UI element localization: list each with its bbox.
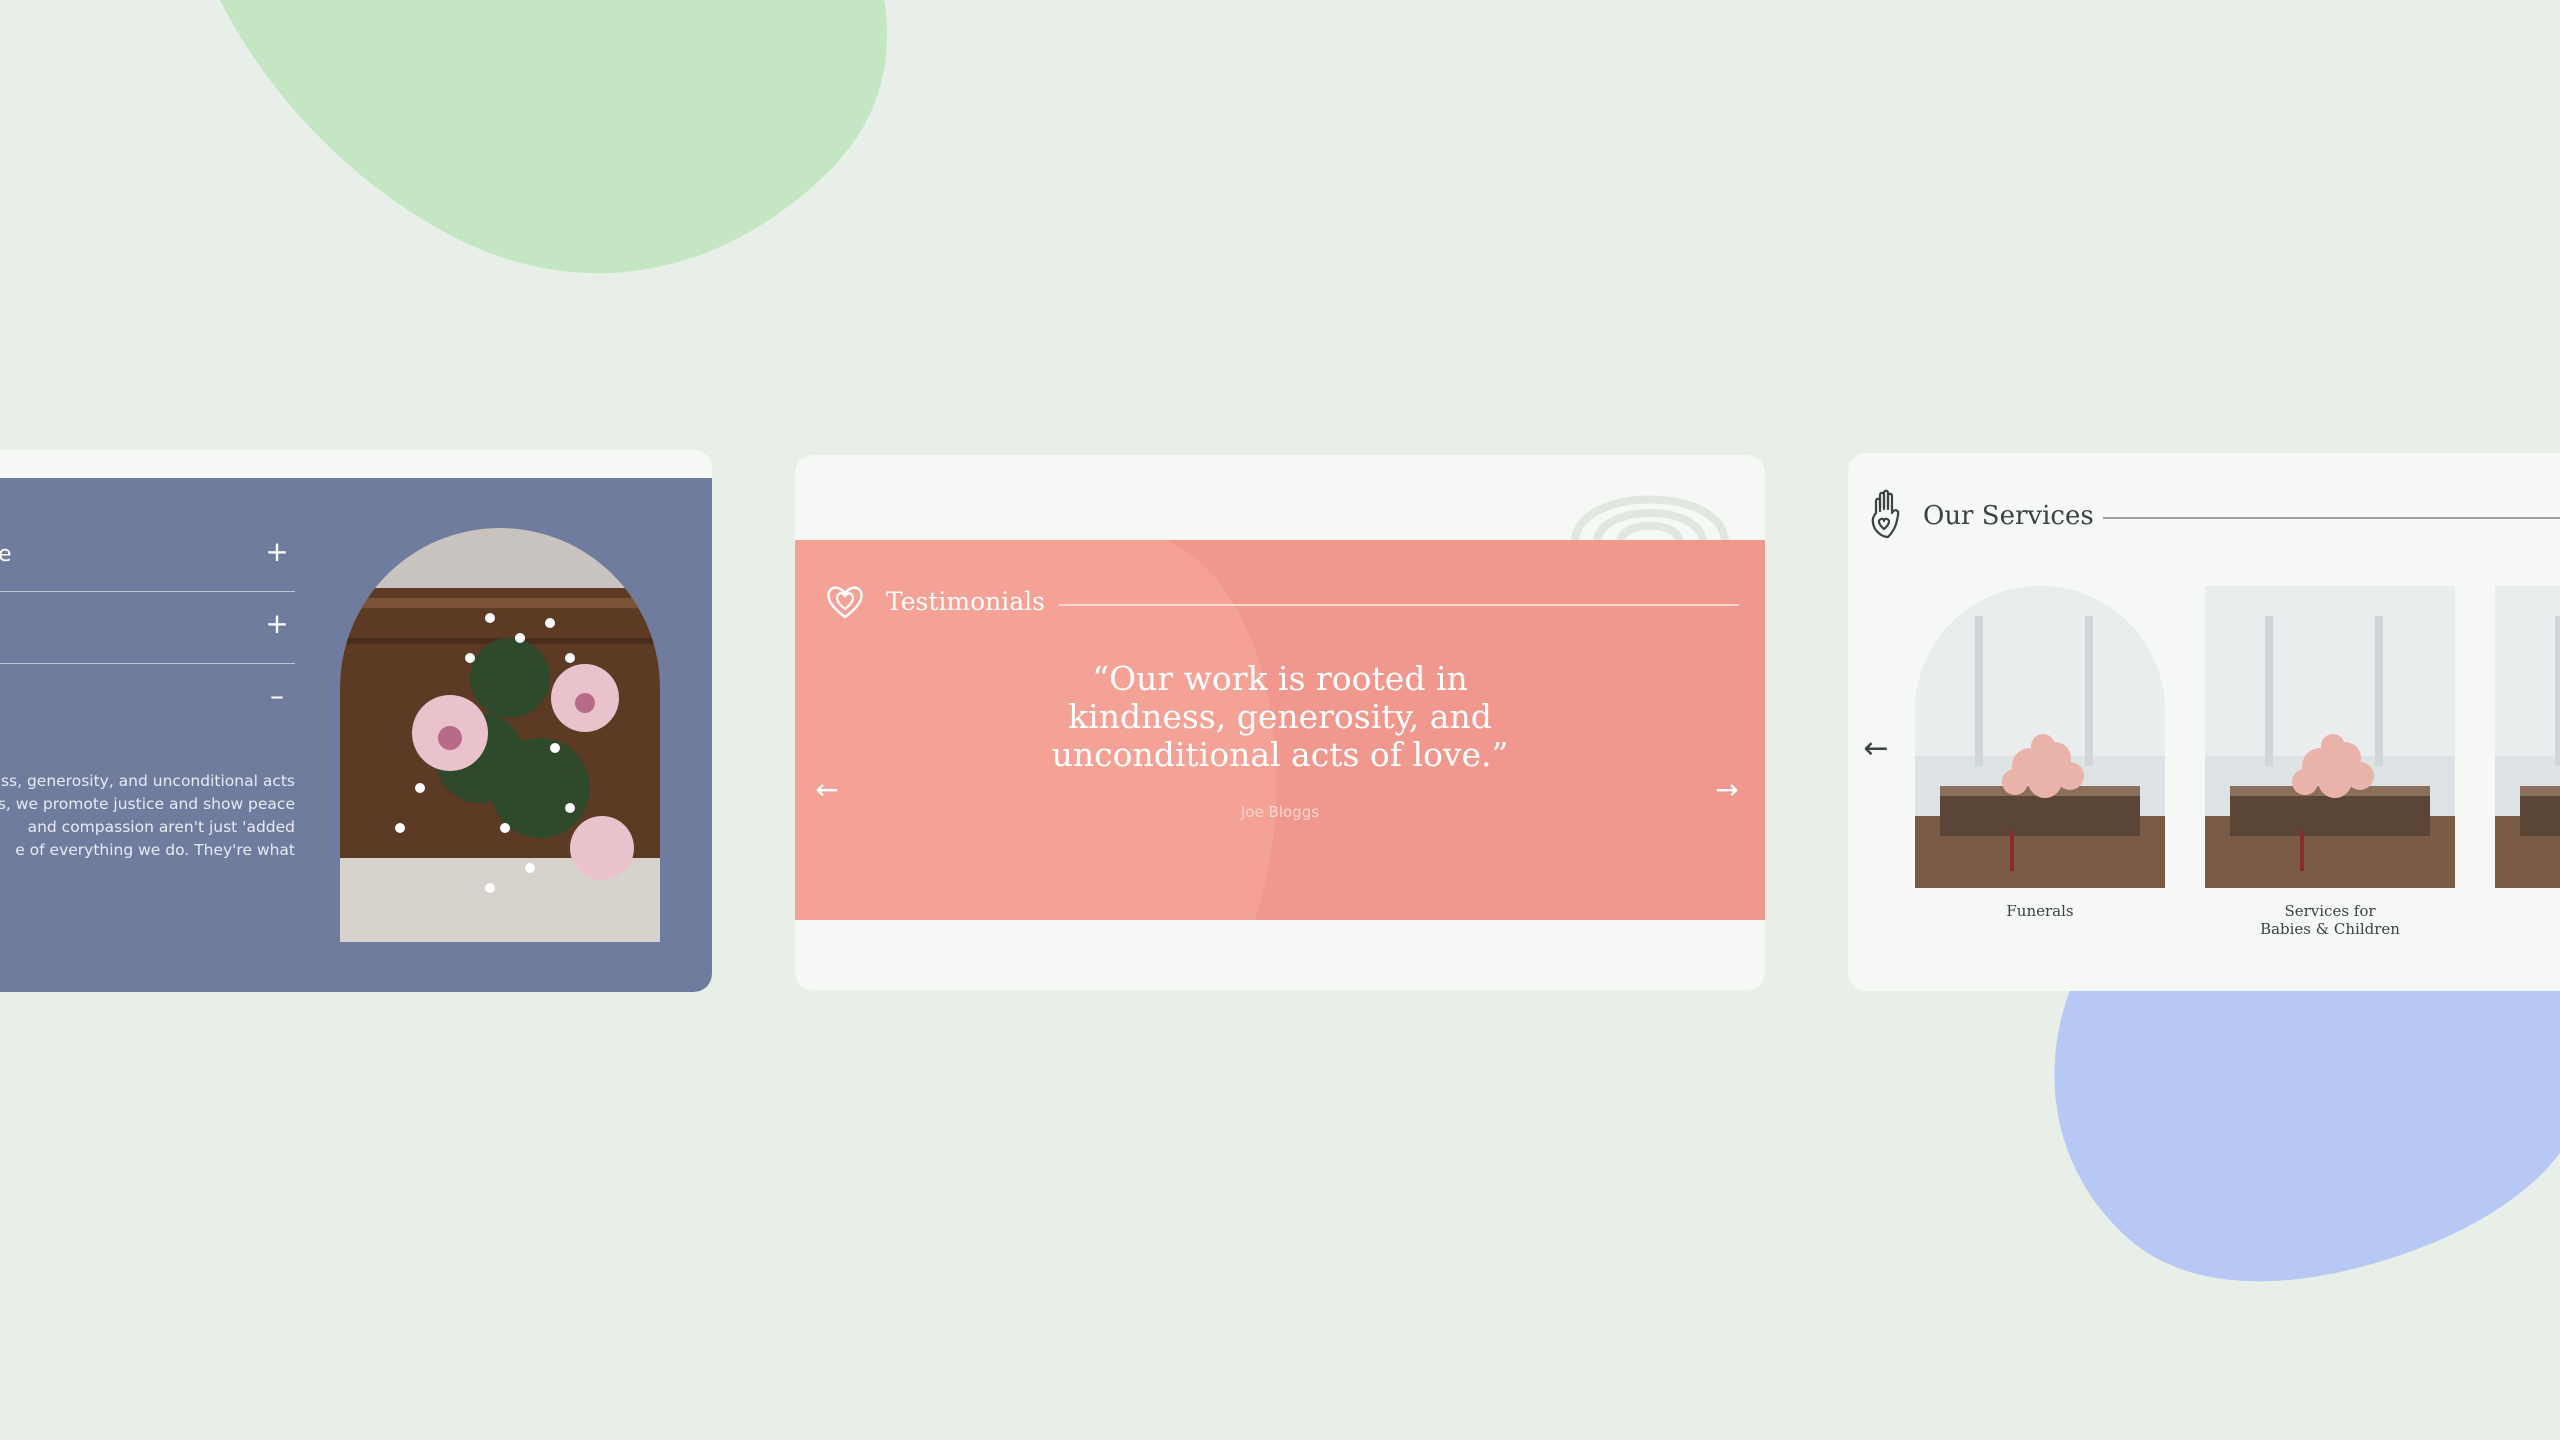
fingerprint-watermark-icon — [1571, 495, 1729, 543]
next-testimonial-arrow-icon[interactable]: → — [1705, 768, 1749, 812]
faq-card: e + + – ess, generosity, and uncondition… — [0, 450, 712, 992]
plus-icon[interactable]: + — [259, 606, 295, 642]
decorative-green-blob — [220, 0, 888, 274]
service-card[interactable] — [2495, 586, 2560, 902]
faq-answer-line: and compassion aren't just 'added — [27, 818, 295, 836]
service-photo — [2205, 586, 2455, 888]
decorative-blue-blob — [2054, 950, 2560, 1282]
faq-answer-line: e of everything we do. They're what — [15, 841, 295, 859]
flowers-on-coffin-photo — [340, 528, 660, 942]
testimonials-heading: Testimonials — [886, 587, 1045, 616]
previous-service-arrow-icon[interactable]: ← — [1856, 729, 1896, 769]
faq-answer-text: ess, generosity, and unconditional acts … — [0, 770, 295, 862]
faq-item-expanded[interactable]: – — [0, 664, 295, 736]
faq-item-label: e — [0, 542, 12, 567]
testimonials-panel: Testimonials “Our work is rooted in kind… — [795, 540, 1765, 920]
heading-divider — [1059, 604, 1739, 606]
faq-panel: e + + – ess, generosity, and uncondition… — [0, 478, 712, 992]
plus-icon[interactable]: + — [259, 534, 295, 570]
hand-heart-icon — [1871, 489, 1900, 539]
service-label: Services for Babies & Children — [2260, 902, 2400, 938]
testimonial-author: Joe Bloggs — [1240, 803, 1320, 821]
testimonials-card: Testimonials “Our work is rooted in kind… — [795, 455, 1765, 990]
minus-icon[interactable]: – — [259, 678, 295, 714]
faq-item[interactable]: e + — [0, 520, 295, 592]
faq-item[interactable]: + — [0, 592, 295, 664]
services-card: Our Services ← Funerals Services for Bab… — [1848, 453, 2560, 991]
heading-divider — [2103, 517, 2560, 519]
heart-icon — [827, 586, 863, 619]
service-card-babies-children[interactable]: Services for Babies & Children — [2205, 586, 2455, 938]
services-heading: Our Services — [1923, 501, 2094, 531]
service-card-funerals[interactable]: Funerals — [1915, 586, 2165, 920]
faq-answer-line: ess, generosity, and unconditional acts — [0, 772, 295, 790]
faq-answer-line: s, we promote justice and show peace — [0, 795, 295, 813]
previous-testimonial-arrow-icon[interactable]: ← — [805, 768, 849, 812]
service-photo — [1915, 586, 2165, 888]
service-photo — [2495, 586, 2560, 888]
service-label: Funerals — [2006, 902, 2074, 920]
testimonial-quote: “Our work is rooted in kindness, generos… — [1051, 659, 1509, 774]
